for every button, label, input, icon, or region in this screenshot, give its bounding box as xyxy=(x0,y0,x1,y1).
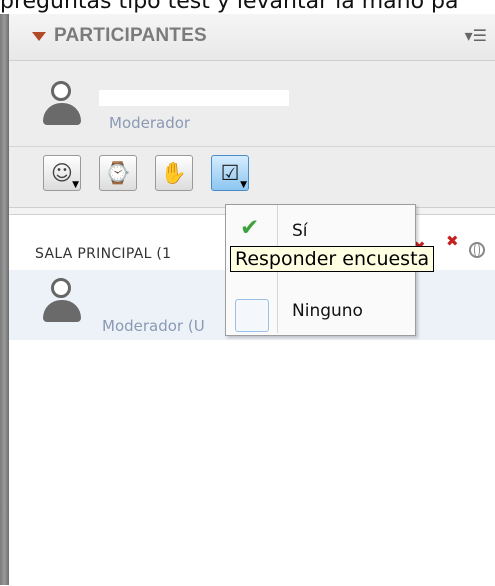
poll-response-button[interactable]: ☑ ▼ xyxy=(211,155,249,191)
poll-checkbox-icon: ☑ xyxy=(220,161,240,185)
avatar xyxy=(42,278,82,326)
room-label: SALA PRINCIPAL (1 xyxy=(35,246,172,262)
list-menu-icon[interactable]: ▾☰ xyxy=(465,26,487,45)
partial-caption-text: preguntas tipo test y levantar la mano p… xyxy=(0,0,459,13)
globe-icon[interactable] xyxy=(469,242,485,258)
menu-item-label: Sí xyxy=(292,221,308,241)
menu-item-label: Ninguno xyxy=(292,301,363,321)
raise-hand-icon: ✋ xyxy=(160,161,188,185)
tooltip: Responder encuesta xyxy=(230,246,435,272)
close-icon[interactable]: ✖ xyxy=(446,232,459,250)
panel-title: PARTICIPANTES xyxy=(54,25,207,46)
emoticon-button[interactable]: ☺ ▼ xyxy=(43,155,81,191)
participant-role: Moderador (U xyxy=(102,317,205,335)
status-clock-button[interactable]: ⌚ xyxy=(99,155,137,191)
redacted-name xyxy=(99,90,289,106)
status-toolbar: ☺ ▼ ⌚ ✋ ☑ ▼ xyxy=(9,147,495,208)
current-user-card: Moderador xyxy=(9,61,495,147)
avatar xyxy=(42,81,82,129)
raise-hand-button[interactable]: ✋ xyxy=(155,155,193,191)
status-clock-icon: ⌚ xyxy=(104,161,132,185)
emoticon-icon: ☺ xyxy=(51,161,73,185)
menu-item-ninguno[interactable]: Ninguno xyxy=(226,286,415,332)
collapse-triangle-icon[interactable] xyxy=(32,32,46,41)
window-left-edge xyxy=(0,14,9,585)
checkmark-icon: ✔ xyxy=(240,215,260,241)
empty-box-icon xyxy=(235,299,269,332)
panel-header[interactable]: PARTICIPANTES ▾☰ xyxy=(9,14,495,61)
user-role: Moderador xyxy=(109,114,191,132)
